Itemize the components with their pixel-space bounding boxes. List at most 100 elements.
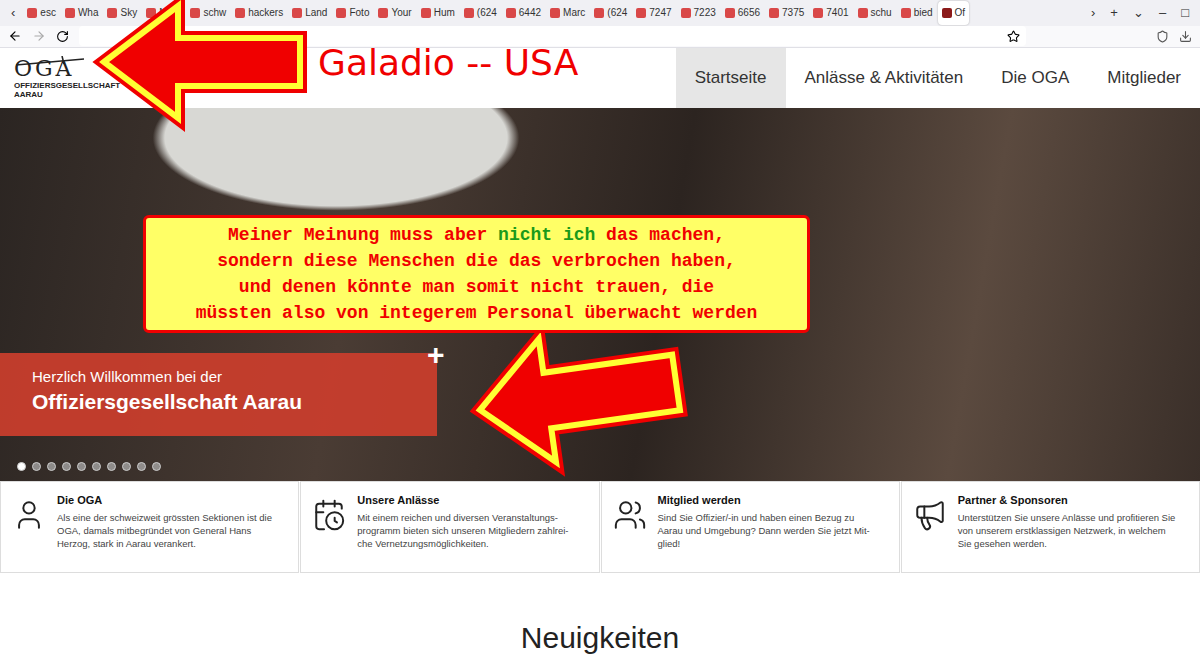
nav-item[interactable]: Mitglieder (1088, 48, 1200, 108)
nav-item[interactable]: Anlässe & Aktivitäten (786, 48, 983, 108)
card-title: Die OGA (57, 494, 272, 506)
arrow-left-icon (471, 321, 684, 471)
browser-tab[interactable]: Sky (103, 1, 141, 25)
window-control[interactable]: □ (1174, 5, 1196, 20)
note-line: sondern diese Menschen die das verbroche… (152, 248, 801, 274)
card-icon-box (610, 494, 650, 564)
browser-tab[interactable]: Land (288, 1, 331, 25)
favicon-icon (336, 8, 346, 18)
tab-label: Sky (120, 7, 137, 18)
browser-tab[interactable]: (624 (590, 1, 631, 25)
welcome-banner: Herzlich Willkommen bei derOffiziersgese… (0, 353, 437, 436)
card-text: Aarau und Umgebung? Dann werden Sie jetz… (658, 524, 870, 537)
feature-card[interactable]: Mitglied werdenSind Sie Offizier/-in und… (601, 481, 900, 573)
tab-label: 6442 (519, 7, 541, 18)
favicon-icon (146, 8, 156, 18)
note-segment: sondern diese Menschen die das verbroche… (217, 251, 735, 271)
browser-tab[interactable]: esc (23, 1, 60, 25)
sword-icon (14, 56, 86, 68)
browser-tab[interactable]: 6656 (721, 1, 764, 25)
feature-card[interactable]: Die OGA Als eine der schweizweit grössten… (0, 481, 299, 573)
tab-label: hackers (248, 7, 283, 18)
card-text: glied! (658, 537, 870, 550)
carousel-dot[interactable] (77, 462, 86, 471)
card-body: Mitglied werdenSind Sie Offizier/-in und… (658, 494, 870, 564)
reload-icon[interactable] (56, 30, 69, 43)
card-text: Mit einem reichen und diversen Veranstal… (357, 511, 568, 524)
carousel-dots (17, 462, 161, 471)
browser-tab[interactable]: (624 (460, 1, 501, 25)
carousel-dot[interactable] (92, 462, 101, 471)
annotation-note: Meiner Meinung muss aber nicht ich das m… (143, 215, 810, 333)
nav-item[interactable]: Die OGA (982, 48, 1088, 108)
page: ‹escWhaSkyMarcschwhackersLandFotoYourHum… (0, 0, 1200, 655)
card-text: Sie gesehen werden. (958, 537, 1176, 550)
card-text: Als eine der schweizweit grössten Sektio… (57, 511, 272, 524)
browser-tab[interactable]: Wha (61, 1, 103, 25)
browser-tab[interactable]: Marc (546, 1, 589, 25)
window-control[interactable]: › (1084, 5, 1102, 20)
favicon-icon (506, 8, 516, 18)
browser-tab[interactable]: 7223 (677, 1, 720, 25)
browser-tab[interactable]: Foto (332, 1, 373, 25)
carousel-dot[interactable] (122, 462, 131, 471)
tab-label: 6656 (738, 7, 760, 18)
browser-tab[interactable]: schw (186, 1, 230, 25)
carousel-dot[interactable] (47, 462, 56, 471)
favicon-icon (858, 8, 868, 18)
card-text: Herzog, stark in Aarau verankert. (57, 537, 272, 550)
browser-tab[interactable]: bied (897, 1, 937, 25)
note-segment: Meiner Meinung muss aber (228, 225, 498, 245)
carousel-dot[interactable] (107, 462, 116, 471)
browser-tab[interactable]: 7247 (632, 1, 675, 25)
carousel-dot[interactable] (17, 462, 26, 471)
browser-tab[interactable]: hackers (231, 1, 287, 25)
forward-icon[interactable] (32, 29, 46, 43)
tab-label: 7401 (826, 7, 848, 18)
browser-tab[interactable]: Of (938, 1, 970, 25)
shield-icon[interactable] (1156, 30, 1169, 43)
note-line: müssten also von integerem Personal über… (152, 300, 801, 326)
star-icon[interactable] (1007, 30, 1020, 43)
window-control[interactable]: ⌄ (1126, 5, 1151, 20)
scroll-left-button[interactable]: ‹ (4, 5, 22, 20)
tab-label: 7223 (694, 7, 716, 18)
logo-name: OFFIZIERSGESELLSCHAFT (14, 81, 129, 90)
favicon-icon (550, 8, 560, 18)
favicon-icon (942, 8, 952, 18)
back-icon[interactable] (8, 29, 22, 43)
window-control[interactable]: + (1103, 5, 1125, 20)
carousel-dot[interactable] (137, 462, 146, 471)
browser-tab[interactable]: 7375 (765, 1, 808, 25)
browser-tab[interactable]: Hum (417, 1, 459, 25)
browser-tab[interactable]: schu (854, 1, 896, 25)
window-control[interactable]: – (1152, 5, 1173, 20)
plus-icon[interactable]: + (427, 338, 445, 372)
favicon-icon (292, 8, 302, 18)
favicon-icon (27, 8, 37, 18)
note-segment: und denen könnte man somit nicht trauen,… (239, 277, 714, 297)
feature-card[interactable]: Partner & SponsorenUnterstützen Sie unse… (901, 481, 1200, 573)
favicon-icon (769, 8, 779, 18)
main-nav: StartseiteAnlässe & AktivitätenDie OGAMi… (676, 48, 1200, 108)
browser-tab[interactable]: 6442 (502, 1, 545, 25)
favicon-icon (725, 8, 735, 18)
download-icon[interactable] (1179, 30, 1192, 43)
browser-tab[interactable]: Marc (142, 1, 185, 25)
card-icon-box (910, 494, 950, 564)
feature-card[interactable]: Unsere AnlässeMit einem reichen und dive… (300, 481, 599, 573)
carousel-dot[interactable] (62, 462, 71, 471)
note-segment: müssten also von integerem Personal über… (196, 303, 758, 323)
card-text: OGA, damals mitbegründet von General Han… (57, 524, 272, 537)
nav-item[interactable]: Startseite (676, 48, 786, 108)
favicon-icon (636, 8, 646, 18)
favicon-icon (107, 8, 117, 18)
carousel-dot[interactable] (152, 462, 161, 471)
card-body: Partner & SponsorenUnterstützen Sie unse… (958, 494, 1176, 564)
carousel-dot[interactable] (32, 462, 41, 471)
logo[interactable]: OGAOFFIZIERSGESELLSCHAFTAARAU (14, 48, 129, 108)
card-text: che Vernetzungsmöglichkeiten. (357, 537, 568, 550)
favicon-icon (190, 8, 200, 18)
browser-tab[interactable]: Your (374, 1, 415, 25)
browser-tab[interactable]: 7401 (809, 1, 852, 25)
